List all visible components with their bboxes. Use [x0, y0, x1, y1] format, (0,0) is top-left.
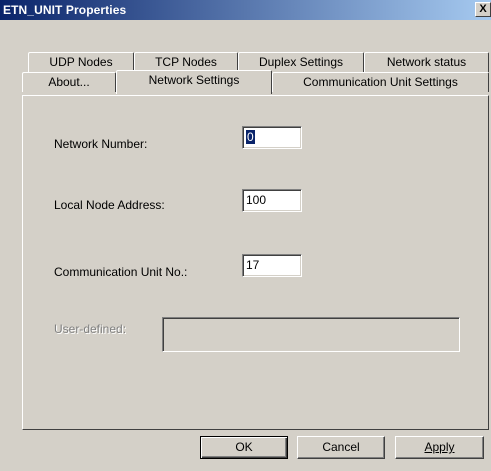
tab-network-status[interactable]: Network status [364, 52, 489, 72]
user-defined-label: User-defined: [54, 322, 127, 336]
network-number-label: Network Number: [54, 137, 148, 151]
cancel-button[interactable]: Cancel [297, 436, 385, 459]
tab-duplex-settings[interactable]: Duplex Settings [238, 52, 364, 72]
local-node-address-field[interactable]: 100 [242, 189, 302, 212]
tab-tcp-nodes[interactable]: TCP Nodes [134, 52, 238, 72]
local-node-address-label: Local Node Address: [54, 198, 165, 212]
tab-about[interactable]: About... [22, 72, 116, 92]
apply-button[interactable]: Apply [395, 436, 484, 459]
tab-communication-unit-settings[interactable]: Communication Unit Settings [272, 72, 489, 92]
communication-unit-no-label: Communication Unit No.: [54, 265, 188, 279]
network-number-value: 0 [246, 130, 255, 144]
local-node-address-value: 100 [246, 193, 267, 207]
communication-unit-no-field[interactable]: 17 [242, 254, 302, 277]
title-bar[interactable]: ETN_UNIT Properties [0, 0, 491, 20]
network-number-field[interactable]: 0 [242, 126, 302, 149]
user-defined-field [162, 317, 460, 352]
communication-unit-no-value: 17 [246, 258, 260, 272]
apply-button-label: Apply [424, 440, 455, 454]
tab-panel-network-settings: Network Number: 0 Local Node Address: 10… [22, 95, 489, 430]
tab-udp-nodes[interactable]: UDP Nodes [28, 52, 134, 72]
window-title: ETN_UNIT Properties [3, 3, 127, 17]
properties-dialog: ETN_UNIT Properties X UDP Nodes TCP Node… [0, 0, 491, 471]
tab-network-settings[interactable]: Network Settings [116, 70, 272, 94]
close-button[interactable]: X [475, 2, 491, 17]
ok-button[interactable]: OK [200, 436, 288, 459]
